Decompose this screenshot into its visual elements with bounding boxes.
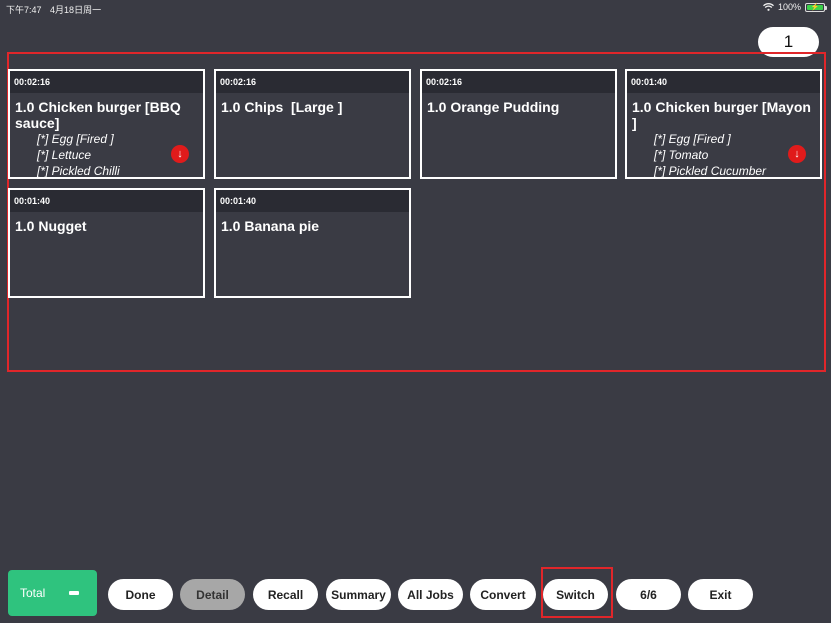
order-title: 1.0 Banana pie	[221, 218, 320, 234]
scroll-down-icon[interactable]: ↓	[788, 145, 806, 163]
order-modifier: [*] Pickled Cucumber	[654, 164, 767, 178]
order-timer: 00:01:40	[627, 71, 820, 93]
order-title: 1.0 Orange Pudding	[427, 99, 560, 115]
bottom-toolbar: Total Done Detail Recall Summary All Job…	[0, 567, 831, 618]
order-card[interactable]: 00:02:16 1.0 Chicken burger [BBQ sauce] …	[8, 69, 205, 179]
battery-percent: 100%	[777, 2, 801, 12]
status-bar: 下午7:47 4月18日周一 100% ⚡	[0, 0, 831, 16]
wifi-icon	[763, 3, 774, 11]
convert-button[interactable]: Convert	[470, 579, 536, 610]
total-label: Total	[20, 586, 46, 600]
order-timer: 00:01:40	[10, 190, 203, 212]
order-title: 1.0 Chicken burger [Mayon ]	[632, 99, 811, 131]
order-timer: 00:02:16	[216, 71, 409, 93]
recall-button[interactable]: Recall	[253, 579, 318, 610]
all-jobs-button[interactable]: All Jobs	[398, 579, 463, 610]
order-timer: 00:01:40	[216, 190, 409, 212]
status-time: 下午7:47	[6, 5, 42, 15]
order-title: 1.0 Chicken burger [BBQ sauce]	[15, 99, 181, 131]
order-modifier: [*] Pickled Chilli	[37, 164, 120, 178]
scroll-down-icon[interactable]: ↓	[171, 145, 189, 163]
status-right: 100% ⚡	[763, 2, 827, 12]
switch-highlight	[541, 567, 613, 618]
order-timer: 00:02:16	[10, 71, 203, 93]
order-title: 1.0 Chips [Large ]	[221, 99, 343, 115]
order-timer: 00:02:16	[422, 71, 615, 93]
order-title: 1.0 Nugget	[15, 218, 87, 234]
order-card[interactable]: 00:02:16 1.0 Orange Pudding	[420, 69, 617, 179]
status-date: 4月18日周一	[50, 5, 102, 15]
order-card[interactable]: 00:01:40 1.0 Nugget	[8, 188, 205, 298]
total-button[interactable]: Total	[8, 570, 97, 616]
summary-button[interactable]: Summary	[326, 579, 391, 610]
status-left: 下午7:47 4月18日周一	[6, 3, 107, 16]
done-button[interactable]: Done	[108, 579, 173, 610]
battery-charging-icon: ⚡	[807, 4, 823, 11]
detail-button[interactable]: Detail	[180, 579, 245, 610]
page-count-button[interactable]: 6/6	[616, 579, 681, 610]
order-card[interactable]: 00:01:40 1.0 Chicken burger [Mayon ] [*]…	[625, 69, 822, 179]
battery-icon: ⚡	[805, 2, 827, 12]
exit-button[interactable]: Exit	[688, 579, 753, 610]
collapse-icon	[69, 591, 79, 595]
order-card[interactable]: 00:01:40 1.0 Banana pie	[214, 188, 411, 298]
order-card[interactable]: 00:02:16 1.0 Chips [Large ]	[214, 69, 411, 179]
